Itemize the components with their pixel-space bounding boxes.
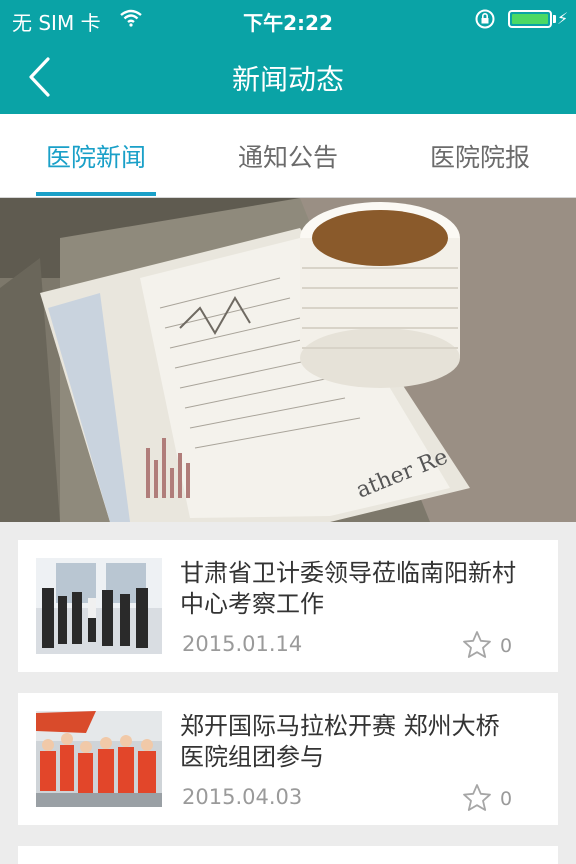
favorite-count: 0 <box>500 788 513 810</box>
news-thumbnail <box>36 558 162 654</box>
news-item[interactable] <box>18 846 558 864</box>
star-icon[interactable] <box>462 630 492 660</box>
app-header: 无 SIM 卡 下午2:22 ⚡ 新闻动态 <box>0 0 576 114</box>
tab-hospital-news[interactable]: 医院新闻 <box>0 138 192 174</box>
battery-level <box>512 14 548 24</box>
news-title: 郑开国际马拉松开赛 郑州大桥医院组团参与 <box>180 712 500 771</box>
tab-notices[interactable]: 通知公告 <box>192 138 384 174</box>
news-date: 2015.04.03 <box>182 785 303 809</box>
news-list: 甘肃省卫计委领导莅临南阳新村中心考察工作 2015.01.14 0 郑开国际马拉… <box>0 522 576 864</box>
banner-image[interactable]: ather Re <box>0 198 576 522</box>
battery-icon <box>508 10 552 28</box>
rotation-lock-icon <box>475 9 495 29</box>
battery-tip <box>553 15 556 23</box>
news-date: 2015.01.14 <box>182 632 303 656</box>
tab-bar: 医院新闻 通知公告 医院院报 <box>0 114 576 198</box>
newspaper-coffee-photo: ather Re <box>0 198 576 522</box>
charging-icon: ⚡ <box>557 9 569 28</box>
favorite-count: 0 <box>500 635 513 657</box>
star-icon[interactable] <box>462 783 492 813</box>
news-thumbnail <box>36 711 162 807</box>
status-bar: 无 SIM 卡 下午2:22 ⚡ <box>0 0 576 38</box>
news-item[interactable]: 郑开国际马拉松开赛 郑州大桥医院组团参与 2015.04.03 0 <box>18 693 558 825</box>
news-item[interactable]: 甘肃省卫计委领导莅临南阳新村中心考察工作 2015.01.14 0 <box>18 540 558 672</box>
page-title: 新闻动态 <box>231 63 344 96</box>
nav-bar: 新闻动态 <box>0 38 576 114</box>
tab-indicator <box>36 192 156 196</box>
tab-hospital-bulletin[interactable]: 医院院报 <box>384 138 576 174</box>
news-title: 甘肃省卫计委领导莅临南阳新村中心考察工作 <box>180 559 516 618</box>
